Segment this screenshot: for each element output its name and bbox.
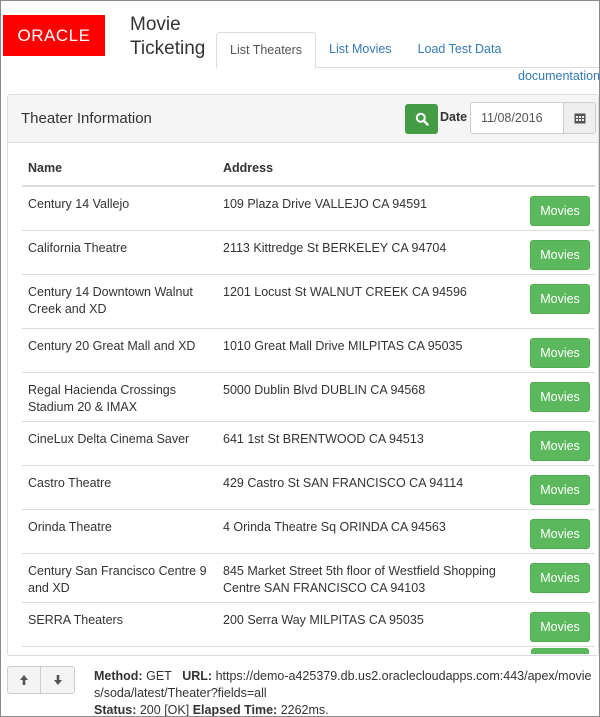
column-header-name: Name [28,161,63,175]
table-row: Century 20 Great Mall and XD 1010 Great M… [22,329,595,373]
status-label: Status: [94,703,137,717]
oracle-logo: ORACLE [3,15,105,56]
row-action-cell: Movies [517,329,595,372]
tab-list-movies[interactable]: List Movies [316,32,405,67]
movies-button-partial[interactable] [531,648,589,654]
theater-address: 5000 Dublin Blvd DUBLIN CA 94568 [223,383,426,397]
table-header: Name Address [22,151,595,187]
method-value: GET [146,669,172,683]
tab-load-test-data[interactable]: Load Test Data [405,32,515,67]
movies-button[interactable]: Movies [530,431,590,461]
theater-name: Century 20 Great Mall and XD [28,339,196,353]
movies-button[interactable]: Movies [530,382,590,412]
theater-address: 2113 Kittredge St BERKELEY CA 94704 [223,241,447,255]
theater-address: 845 Market Street 5th floor of Westfield… [223,564,496,595]
movies-button[interactable]: Movies [530,612,590,642]
search-button[interactable] [405,104,438,134]
theater-name: CineLux Delta Cinema Saver [28,432,190,446]
theater-name: Century 14 Downtown Walnut Creek and XD [28,285,193,316]
movies-button[interactable]: Movies [530,519,590,549]
search-icon [415,112,429,126]
table-row: Castro Theatre 429 Castro St SAN FRANCISC… [22,466,595,510]
calendar-button[interactable] [563,102,596,134]
table-row: California Theatre 2113 Kittredge St BERK… [22,231,595,275]
table-row: Century 14 Vallejo 109 Plaza Drive VALLEJ… [22,187,595,231]
scroll-down-button[interactable] [41,666,75,694]
app-title: Movie Ticketing [130,14,206,59]
scroll-up-button[interactable] [7,666,41,694]
row-action-cell: Movies [517,187,595,230]
date-input[interactable] [470,102,564,134]
arrow-up-icon [20,675,28,685]
theater-name: California Theatre [28,241,128,255]
movies-button[interactable]: Movies [530,563,590,593]
table-row: SERRA Theaters 200 Serra Way MILPITAS CA … [22,603,595,647]
theater-address: 641 1st St BRENTWOOD CA 94513 [223,432,424,446]
theater-name: Century San Francisco Centre 9 and XD [28,564,207,595]
arrow-down-icon [53,675,62,685]
row-action-cell: Movies [517,373,595,421]
theater-address: 200 Serra Way MILPITAS CA 95035 [223,613,424,627]
theater-address: 1201 Locust St WALNUT CREEK CA 94596 [223,285,467,299]
row-action-cell: Movies [517,603,595,646]
table-row: Century San Francisco Centre 9 and XD 845… [22,554,595,603]
theater-address: 4 Orinda Theatre Sq ORINDA CA 94563 [223,520,446,534]
row-action-cell: Movies [517,422,595,465]
movies-button[interactable]: Movies [530,284,590,314]
theater-name: Century 14 Vallejo [28,197,130,211]
column-header-address: Address [223,161,274,175]
scroll-controls [7,666,75,694]
tab-list-theaters[interactable]: List Theaters [216,32,317,69]
table-row: Orinda Theatre 4 Orinda Theatre Sq ORINDA… [22,510,595,554]
panel-title: Theater Information [21,110,152,127]
theater-panel: Theater Information Date Name Addr [7,94,599,656]
row-action-cell: Movies [517,554,595,602]
theater-name: Orinda Theatre [28,520,112,534]
theater-name: Castro Theatre [28,476,112,490]
table-body: Century 14 Vallejo 109 Plaza Drive VALLEJ… [22,187,595,647]
elapsed-label: Elapsed Time: [192,703,278,717]
calendar-icon [574,113,585,124]
request-info: Method: GET URL: https://demo-a425379.db… [94,668,594,717]
row-action-cell: Movies [517,466,595,509]
theater-name: Regal Hacienda Crossings Stadium 20 & IM… [28,383,176,414]
movies-button[interactable]: Movies [530,196,590,226]
date-label: Date [440,110,468,124]
theater-address: 1010 Great Mall Drive MILPITAS CA 95035 [223,339,463,353]
app-window: ORACLE Movie Ticketing List Theaters Lis… [0,0,600,717]
movies-button[interactable]: Movies [530,475,590,505]
nav-tabs: List Theaters List Movies Load Test Data [216,32,515,69]
theater-address: 109 Plaza Drive VALLEJO CA 94591 [223,197,428,211]
theater-name: SERRA Theaters [28,613,123,627]
movies-button[interactable]: Movies [530,240,590,270]
movies-button[interactable]: Movies [530,338,590,368]
table-row: Century 14 Downtown Walnut Creek and XD 1… [22,275,595,329]
table-row: CineLux Delta Cinema Saver 641 1st St BRE… [22,422,595,466]
url-label: URL: [182,669,213,683]
theater-address: 429 Castro St SAN FRANCISCO CA 94114 [223,476,464,490]
row-action-cell: Movies [517,231,595,274]
panel-header: Theater Information Date [8,95,598,143]
theaters-table: Name Address Century 14 Vallejo 109 Plaza… [22,151,595,647]
row-action-cell: Movies [517,510,595,553]
row-action-cell: Movies [517,275,595,328]
table-row: Regal Hacienda Crossings Stadium 20 & IM… [22,373,595,422]
method-label: Method: [94,669,143,683]
elapsed-value: 2262ms. [280,703,329,717]
status-value: 200 [OK] [139,703,190,717]
documentation-link[interactable]: documentation [518,69,599,83]
